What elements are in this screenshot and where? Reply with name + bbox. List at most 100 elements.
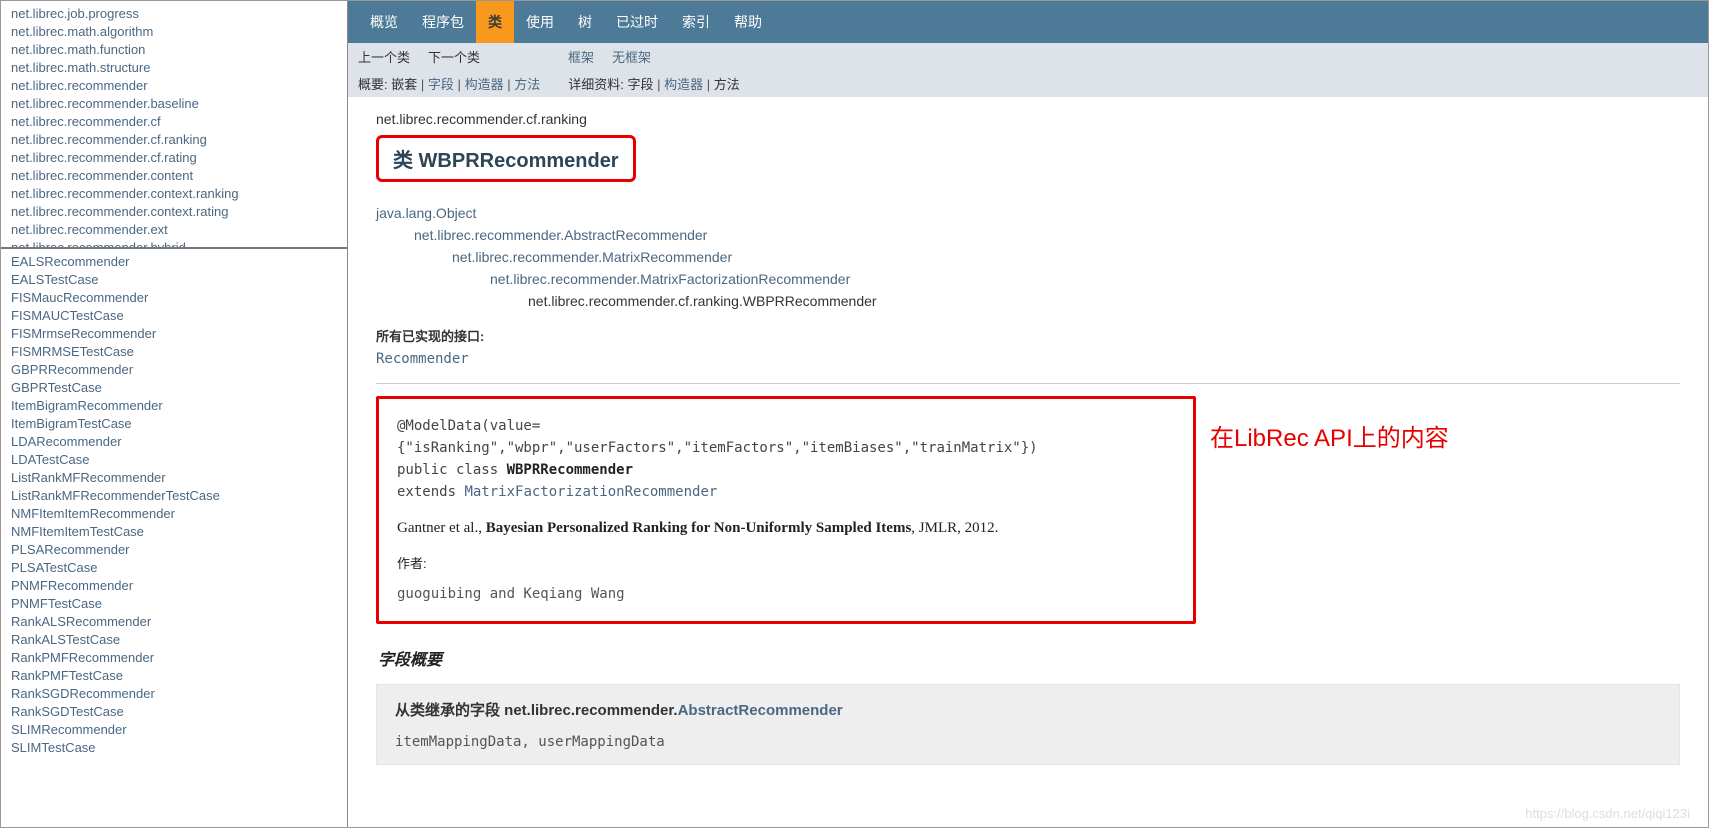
summary-constr-link[interactable]: 构造器 [465, 77, 504, 92]
sub-nav: 上一个类 下一个类 框架 无框架 [348, 43, 1708, 70]
class-link[interactable]: RankPMFTestCase [11, 667, 337, 685]
class-link[interactable]: ItemBigramTestCase [11, 415, 337, 433]
class-list-pane[interactable]: EALSRecommenderEALSTestCaseFISMaucRecomm… [1, 249, 347, 827]
class-link[interactable]: SLIMTestCase [11, 739, 337, 757]
class-link[interactable]: GBPRTestCase [11, 379, 337, 397]
class-link[interactable]: RankPMFRecommender [11, 649, 337, 667]
package-link[interactable]: net.librec.recommender.cf [11, 113, 337, 131]
package-link[interactable]: net.librec.recommender.context.ranking [11, 185, 337, 203]
hier-1[interactable]: net.librec.recommender.AbstractRecommend… [414, 227, 707, 243]
decl-extends: extends [397, 484, 464, 500]
author-label: 作者: [397, 553, 1175, 575]
class-link[interactable]: NMFItemItemRecommender [11, 505, 337, 523]
detail-field: 字段 [627, 77, 653, 92]
class-link[interactable]: EALSRecommender [11, 253, 337, 271]
separator [376, 383, 1680, 384]
nav-overview[interactable]: 概览 [358, 1, 410, 43]
package-link[interactable]: net.librec.recommender.context.rating [11, 203, 337, 221]
class-title: 类 WBPRRecommender [393, 144, 619, 173]
hier-0[interactable]: java.lang.Object [376, 205, 476, 221]
class-link[interactable]: RankSGDTestCase [11, 703, 337, 721]
inherited-field-list: itemMappingData, userMappingData [395, 734, 665, 750]
class-link[interactable]: FISMrmseRecommender [11, 325, 337, 343]
inherited-heading: 从类继承的字段 net.librec.recommender.AbstractR… [395, 699, 1661, 720]
prev-class-link[interactable]: 上一个类 [358, 47, 410, 66]
sub-nav-2: 概要: 嵌套 | 字段 | 构造器 | 方法 详细资料: 字段 | 构造器 | … [348, 70, 1708, 97]
nav-use[interactable]: 使用 [514, 1, 566, 43]
iface-link[interactable]: Recommender [376, 351, 469, 367]
noframes-link[interactable]: 无框架 [612, 47, 651, 66]
package-link[interactable]: net.librec.recommender.cf.rating [11, 149, 337, 167]
package-link[interactable]: net.librec.recommender [11, 77, 337, 95]
package-link[interactable]: net.librec.recommender.baseline [11, 95, 337, 113]
decl-public: public class [397, 462, 507, 478]
package-link[interactable]: net.librec.recommender.content [11, 167, 337, 185]
class-link[interactable]: LDARecommender [11, 433, 337, 451]
detail-label: 详细资料: [568, 77, 624, 92]
package-line: net.librec.recommender.cf.ranking [376, 111, 1680, 127]
detail-constr-link[interactable]: 构造器 [664, 77, 703, 92]
top-nav: 概览 程序包 类 使用 树 已过时 索引 帮助 [348, 1, 1708, 43]
model-annotation: @ModelData(value={"isRanking","wbpr","us… [397, 415, 1175, 459]
package-list-pane[interactable]: net.librec.job.progressnet.librec.math.a… [1, 1, 347, 249]
summary-label: 概要: [358, 77, 388, 92]
nav-index[interactable]: 索引 [670, 1, 722, 43]
detail-group: 详细资料: 字段 | 构造器 | 方法 [568, 74, 740, 93]
summary-method-link[interactable]: 方法 [514, 77, 540, 92]
inheritance-tree: java.lang.Object net.librec.recommender.… [376, 202, 1680, 312]
class-link[interactable]: FISMRMSETestCase [11, 343, 337, 361]
nav-help[interactable]: 帮助 [722, 1, 774, 43]
nav-deprecated[interactable]: 已过时 [604, 1, 670, 43]
inherited-fields-block: 从类继承的字段 net.librec.recommender.AbstractR… [376, 684, 1680, 765]
decl-superclass-link[interactable]: MatrixFactorizationRecommender [464, 484, 717, 500]
hier-2[interactable]: net.librec.recommender.MatrixRecommender [452, 249, 732, 265]
class-link[interactable]: LDATestCase [11, 451, 337, 469]
left-column: net.librec.job.progressnet.librec.math.a… [1, 1, 348, 827]
detail-method: 方法 [714, 77, 740, 92]
description-row: @ModelData(value={"isRanking","wbpr","us… [376, 392, 1680, 624]
class-link[interactable]: SLIMRecommender [11, 721, 337, 739]
nav-class[interactable]: 类 [476, 1, 514, 43]
summary-field-link[interactable]: 字段 [428, 77, 454, 92]
class-link[interactable]: PLSATestCase [11, 559, 337, 577]
class-link[interactable]: PLSARecommender [11, 541, 337, 559]
class-link[interactable]: RankSGDRecommender [11, 685, 337, 703]
package-link[interactable]: net.librec.recommender.ext [11, 221, 337, 239]
nav-packages[interactable]: 程序包 [410, 1, 476, 43]
class-link[interactable]: EALSTestCase [11, 271, 337, 289]
class-link[interactable]: ItemBigramRecommender [11, 397, 337, 415]
class-description-box: @ModelData(value={"isRanking","wbpr","us… [376, 396, 1196, 624]
nav-tree[interactable]: 树 [566, 1, 604, 43]
frames-link[interactable]: 框架 [568, 47, 594, 66]
class-link[interactable]: NMFItemItemTestCase [11, 523, 337, 541]
decl-name: WBPRRecommender [507, 462, 633, 478]
watermark: https://blog.csdn.net/qiqi123i [1525, 806, 1690, 821]
inherited-class-link[interactable]: AbstractRecommender [678, 702, 843, 719]
package-link[interactable]: net.librec.recommender.cf.ranking [11, 131, 337, 149]
package-link[interactable]: net.librec.math.structure [11, 59, 337, 77]
class-link[interactable]: PNMFTestCase [11, 595, 337, 613]
class-link[interactable]: FISMaucRecommender [11, 289, 337, 307]
class-link[interactable]: ListRankMFRecommenderTestCase [11, 487, 337, 505]
package-link[interactable]: net.librec.math.algorithm [11, 23, 337, 41]
content: net.librec.recommender.cf.ranking 类 WBPR… [348, 97, 1708, 785]
hier-3[interactable]: net.librec.recommender.MatrixFactorizati… [490, 271, 850, 287]
hier-4: net.librec.recommender.cf.ranking.WBPRRe… [528, 293, 877, 309]
package-link[interactable]: net.librec.job.progress [11, 5, 337, 23]
author-names: guoguibing and Keqiang Wang [397, 583, 1175, 605]
class-link[interactable]: PNMFRecommender [11, 577, 337, 595]
app-root: net.librec.job.progressnet.librec.math.a… [0, 0, 1709, 828]
package-link[interactable]: net.librec.math.function [11, 41, 337, 59]
red-annotation-note: 在LibRec API上的内容 [1210, 418, 1449, 453]
summary-nested: 嵌套 [391, 77, 417, 92]
class-link[interactable]: FISMAUCTestCase [11, 307, 337, 325]
class-link[interactable]: GBPRRecommender [11, 361, 337, 379]
right-column: 概览 程序包 类 使用 树 已过时 索引 帮助 上一个类 下一个类 框架 无框架… [348, 1, 1708, 827]
class-link[interactable]: RankALSRecommender [11, 613, 337, 631]
class-link[interactable]: ListRankMFRecommender [11, 469, 337, 487]
class-link[interactable]: RankALSTestCase [11, 631, 337, 649]
next-class-link[interactable]: 下一个类 [428, 47, 480, 66]
package-link[interactable]: net.librec.recommender.hybrid [11, 239, 337, 249]
summary-group: 概要: 嵌套 | 字段 | 构造器 | 方法 [358, 74, 540, 93]
reference-paragraph: Gantner et al., Bayesian Personalized Ra… [397, 517, 1175, 539]
